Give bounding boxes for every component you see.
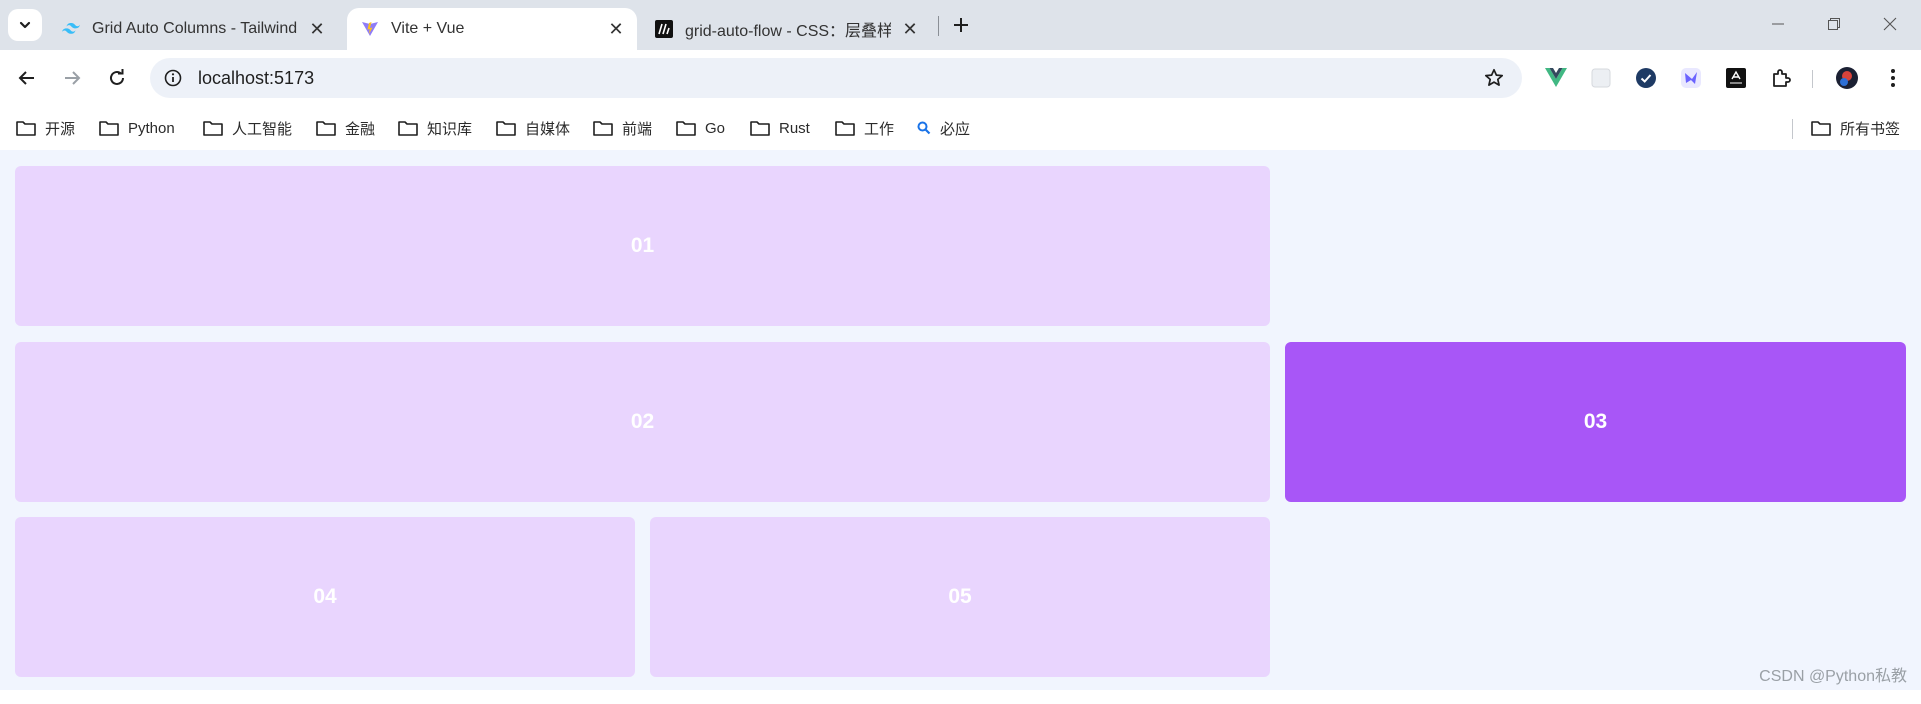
restore-icon: [1828, 18, 1840, 30]
folder-icon: [203, 119, 225, 137]
bookmark-bing[interactable]: 必应: [917, 115, 970, 141]
folder-icon: [676, 119, 698, 137]
puzzle-icon[interactable]: [1768, 65, 1794, 91]
folder-icon: [16, 119, 38, 137]
close-icon: [1883, 17, 1897, 31]
bookmarks-divider: [1792, 119, 1793, 139]
tab-vite-vue[interactable]: Vite + Vue ✕: [347, 8, 637, 50]
grid-item: 02: [15, 342, 1270, 502]
folder-icon: [1811, 119, 1833, 137]
new-tab-button[interactable]: [948, 12, 974, 38]
bookmark-folder[interactable]: Python: [99, 115, 175, 141]
plus-icon: [954, 18, 968, 32]
close-icon[interactable]: ✕: [899, 18, 921, 40]
close-window-button[interactable]: [1870, 10, 1910, 38]
all-bookmarks-button[interactable]: 所有书签: [1811, 115, 1900, 141]
folder-icon: [99, 119, 121, 137]
bookmark-folder[interactable]: 开源: [16, 115, 75, 141]
grid-item: 04: [15, 517, 635, 677]
checkmark-extension-icon[interactable]: [1633, 65, 1659, 91]
minimize-button[interactable]: [1758, 10, 1798, 38]
bookmark-label: 前端: [622, 120, 653, 138]
url-text[interactable]: localhost:5173: [198, 68, 314, 89]
back-button[interactable]: [10, 61, 44, 95]
tab-title: Grid Auto Columns - Tailwind: [92, 20, 298, 37]
bookmarks-bar: 开源 Python 人工智能 金融 知识库 自媒体 前端 Go Rust 工作 …: [0, 107, 1921, 150]
arrow-right-icon: [65, 71, 81, 85]
watermark: CSDN @Python私教: [1759, 668, 1907, 685]
bookmark-label: 人工智能: [232, 120, 293, 138]
bookmark-folder[interactable]: 人工智能: [203, 115, 292, 141]
restore-button[interactable]: [1814, 10, 1854, 38]
bookmark-label: Go: [705, 119, 726, 137]
search-icon: [917, 119, 933, 137]
tab-title: grid-auto-flow - CSS：层叠样: [685, 23, 891, 40]
folder-icon: [398, 119, 420, 137]
minimize-icon: [1772, 23, 1784, 25]
info-icon[interactable]: [162, 67, 184, 89]
forward-button[interactable]: [55, 61, 89, 95]
more-vert-icon[interactable]: [1880, 65, 1906, 91]
tailwind-icon: [62, 20, 80, 38]
avatar[interactable]: [1834, 65, 1860, 91]
bookmark-label: 开源: [45, 120, 76, 138]
close-icon[interactable]: ✕: [605, 18, 627, 40]
folder-icon: [316, 119, 338, 137]
mdn-icon: [655, 20, 673, 38]
bookmark-label: 知识库: [427, 120, 473, 138]
aitdk-extension-icon[interactable]: [1723, 65, 1749, 91]
tab-divider: [938, 16, 939, 36]
bird-extension-icon[interactable]: [1678, 65, 1704, 91]
extension-placeholder-icon[interactable]: [1588, 65, 1614, 91]
grid-item: 05: [650, 517, 1270, 677]
bookmark-folder[interactable]: 前端: [593, 115, 652, 141]
bookmark-label: Python: [128, 119, 175, 137]
chevron-down-icon: [19, 21, 31, 29]
reload-icon: [110, 69, 124, 85]
grid-item: 01: [15, 166, 1270, 326]
folder-icon: [750, 119, 772, 137]
toolbar-divider: [1812, 70, 1813, 88]
bookmark-label: 所有书签: [1840, 120, 1901, 138]
bookmark-label: Rust: [779, 119, 810, 137]
tab-search-button[interactable]: [8, 9, 42, 41]
star-icon[interactable]: [1482, 66, 1506, 90]
tab-strip: Grid Auto Columns - Tailwind ✕ Vite + Vu…: [0, 0, 1921, 50]
vue-devtools-icon[interactable]: [1543, 65, 1569, 91]
folder-icon: [593, 119, 615, 137]
bookmark-label: 必应: [940, 120, 971, 138]
bookmark-folder[interactable]: 知识库: [398, 115, 472, 141]
tab-tailwind[interactable]: Grid Auto Columns - Tailwind ✕: [48, 8, 338, 50]
reload-button[interactable]: [100, 61, 134, 95]
tab-mdn[interactable]: grid-auto-flow - CSS：层叠样 ✕: [641, 8, 931, 50]
arrow-left-icon: [18, 71, 34, 85]
bookmark-folder[interactable]: Go: [676, 115, 725, 141]
page-viewport: 01 02 03 04 05 CSDN @Python私教: [0, 150, 1921, 690]
folder-icon: [835, 119, 857, 137]
close-icon[interactable]: ✕: [306, 18, 328, 40]
bookmark-label: 工作: [864, 120, 895, 138]
bookmark-label: 金融: [345, 120, 376, 138]
bookmark-folder[interactable]: 自媒体: [496, 115, 570, 141]
bookmark-folder[interactable]: Rust: [750, 115, 810, 141]
browser-toolbar: localhost:5173: [0, 50, 1921, 107]
bookmark-label: 自媒体: [525, 120, 571, 138]
bookmark-folder[interactable]: 金融: [316, 115, 375, 141]
grid-item: 03: [1285, 342, 1906, 502]
bookmark-folder[interactable]: 工作: [835, 115, 894, 141]
folder-icon: [496, 119, 518, 137]
address-bar[interactable]: localhost:5173: [150, 58, 1522, 98]
tab-title: Vite + Vue: [391, 20, 465, 37]
vite-icon: [361, 20, 379, 38]
